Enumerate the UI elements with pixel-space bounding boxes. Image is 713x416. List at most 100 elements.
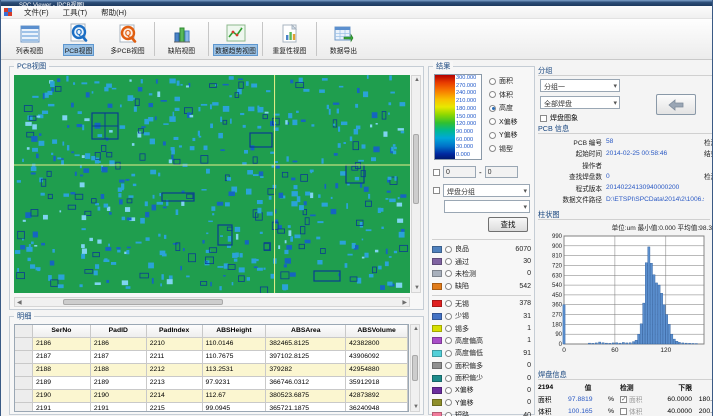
table-cell: 397102.8125 [266,351,346,363]
menu-bar: 文件(F) 工具(T) 帮助(H) [1,6,712,19]
metric-option-面积[interactable]: 面积 [489,76,518,86]
table-cell: 2211 [147,351,203,363]
radio-icon[interactable] [445,325,452,332]
detect-checkbox[interactable] [620,396,627,403]
table-row[interactable]: 21892189221397.9231366746.031235912918 [15,377,408,390]
radio-icon[interactable] [445,399,452,406]
pad-image-checkbox[interactable] [540,115,547,122]
result-count-row[interactable]: 面积偏少0 [432,372,531,384]
detail-table-scrollbar[interactable]: ▲ ▼ [410,324,420,412]
table-cell: 110.0146 [203,338,267,350]
radio-icon[interactable] [445,283,452,290]
radio-icon[interactable] [445,246,452,253]
radio-icon[interactable] [445,350,452,357]
find-button[interactable]: 查找 [488,217,528,232]
radio-icon [489,118,496,125]
toolbar-button-pcb-view[interactable]: QPCB视图 [54,19,103,59]
category-color-swatch [432,362,442,369]
radio-icon[interactable] [445,258,452,265]
metric-option-锡型[interactable]: 锡型 [489,144,518,154]
result-count-row[interactable]: 面积偏多0 [432,360,531,372]
range-from-input[interactable] [443,166,476,178]
toolbar-button-repeat-view[interactable]: 重复性视图 [265,19,314,59]
radio-icon[interactable] [445,375,452,382]
pcb-horizontal-scrollbar[interactable]: ◀ ▶ [14,297,410,307]
result-count-row[interactable]: 良品6070 [432,243,531,255]
group-filter-checkbox[interactable] [433,187,440,194]
table-cell: 2213 [147,377,203,389]
menu-tools[interactable]: 工具(T) [57,6,94,19]
metric-option-体积[interactable]: 体积 [489,90,518,100]
group-select-1[interactable]: 分组一 [540,79,620,92]
group-panel: 分组 分组一 全部焊盘 焊盘图象 [538,66,713,122]
upper-limit: 200. [692,408,712,415]
radio-icon[interactable] [445,313,452,320]
pad-info-panel: 焊盘信息 2194值检测下限面积97.8819%面积60.0000180.体积1… [538,370,713,416]
menu-help[interactable]: 帮助(H) [95,6,132,19]
result-count-row[interactable]: 锡多1 [432,322,531,334]
result-count-row[interactable]: 未检测0 [432,268,531,280]
toolbar-button-trend-view[interactable]: 数据趋势视图 [211,19,260,59]
table-cell: 97.9231 [203,377,267,389]
toolbar-button-defect-view[interactable]: 缺陷视图 [157,19,206,59]
metric-option-Y偏移[interactable]: Y偏移 [489,130,518,140]
range-filter-checkbox[interactable] [433,169,440,176]
range-to-input[interactable] [485,166,518,178]
result-count-row[interactable]: 短路40 [432,409,531,416]
column-header[interactable]: ABSVolume [346,325,408,337]
metric-label: 面积 [499,76,513,86]
list-view-icon [19,24,41,44]
toolbar: 列表视图QPCB视图Q多PCB视图缺陷视图数据趋势视图重复性视图数据导出 [1,19,712,60]
pad-group-select[interactable]: 焊盘分组 [443,184,530,197]
pcb-info-row: 查找焊盘数0检测 [538,171,713,183]
column-header[interactable]: SerNo [33,325,91,337]
radio-icon[interactable] [445,337,452,344]
result-count-row[interactable]: X偏移0 [432,384,531,396]
table-row[interactable]: 21912191221599.0945365721.187536240948 [15,403,408,412]
column-header[interactable]: ABSArea [266,325,346,337]
table-row[interactable]: 218821882212113.253137928242954880 [15,364,408,377]
category-color-swatch [432,399,442,406]
column-header[interactable]: PadIndex [147,325,203,337]
menu-file[interactable]: 文件(F) [18,6,55,19]
table-cell: 2215 [147,403,203,412]
back-arrow-button[interactable] [656,94,696,115]
toolbar-button-export[interactable]: 数据导出 [319,19,368,59]
radio-icon[interactable] [445,387,452,394]
toolbar-button-multi-pcb-view[interactable]: Q多PCB视图 [103,19,152,59]
pcb-info-rows: PCB 编号58检测起始时间2014-02-25 00:58:46结束操作者查找… [538,136,713,205]
detail-table[interactable]: SerNoPadIDPadIndexABSHeightABSAreaABSVol… [14,324,409,412]
column-header[interactable]: PadID [91,325,147,337]
table-cell: 35912918 [346,377,408,389]
table-cell: 2210 [147,338,203,350]
svg-text:630: 630 [552,273,563,279]
detect-checkbox[interactable] [620,408,627,415]
result-count-row[interactable]: 高度偏高1 [432,335,531,347]
category-label: Y偏移 [455,398,524,408]
radio-icon[interactable] [445,270,452,277]
radio-icon[interactable] [445,412,452,416]
radio-icon[interactable] [445,362,452,369]
metric-option-X偏移[interactable]: X偏移 [489,117,518,127]
result-count-row[interactable]: 通过30 [432,255,531,267]
radio-icon[interactable] [445,300,452,307]
pad-info-row: 体积100.165%体积40.0000200. [538,405,713,416]
range-filter-row: - [433,166,518,178]
table-row[interactable]: 218721872211110.7675397102.812543906092 [15,351,408,364]
result-count-row[interactable]: Y偏移0 [432,397,531,409]
group-select-2[interactable]: 全部焊盘 [540,96,620,109]
result-count-row[interactable]: 少锡31 [432,310,531,322]
table-row[interactable]: 219021902214112.67380523.687542873892 [15,390,408,403]
svg-text:90: 90 [555,332,562,338]
table-row[interactable]: 218621862210110.0146382465.812542382800 [15,338,408,351]
result-count-row[interactable]: 缺陷542 [432,280,531,292]
pcb-board-canvas[interactable] [14,75,410,293]
svg-text:0: 0 [562,347,566,354]
result-count-row[interactable]: 无锡378 [432,298,531,310]
toolbar-button-list-view[interactable]: 列表视图 [5,19,54,59]
metric-option-高度[interactable]: 高度 [489,103,518,113]
result-count-row[interactable]: 高度偏低91 [432,347,531,359]
column-header[interactable]: ABSHeight [203,325,267,337]
pcb-vertical-scrollbar[interactable]: ▲ ▼ [411,75,421,293]
pad-group-value-select[interactable] [444,200,530,213]
